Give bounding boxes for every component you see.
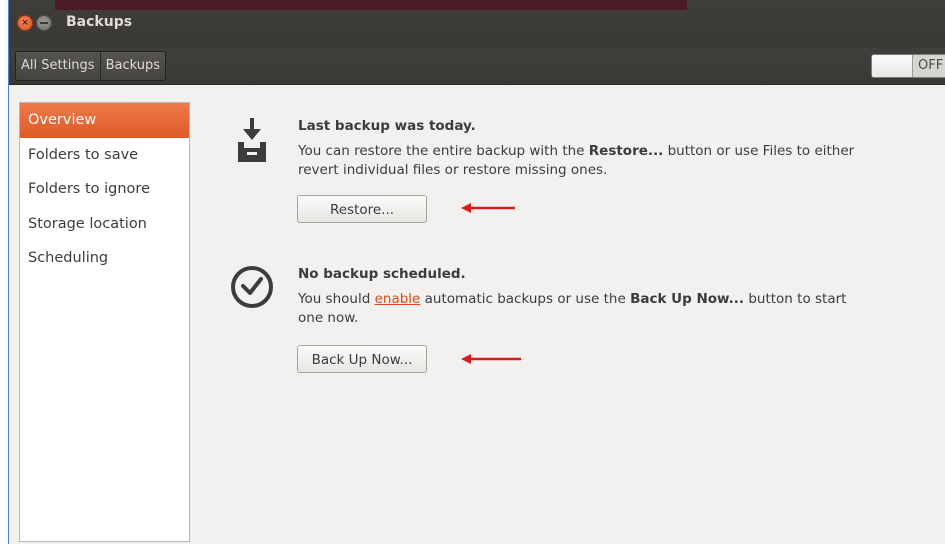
background-window-strip	[55, 0, 687, 10]
title-bar: × Backups	[9, 0, 945, 48]
window-title: Backups	[66, 14, 133, 30]
toggle-state-label: OFF	[918, 58, 944, 73]
close-window-icon[interactable]: ×	[17, 15, 33, 31]
toggle-knob[interactable]	[872, 55, 913, 77]
no-backup-scheduled-heading: No backup scheduled.	[298, 266, 466, 282]
sidebar-item-folders-to-ignore[interactable]: Folders to ignore	[20, 172, 189, 207]
restore-description: You can restore the entire backup with t…	[298, 143, 855, 178]
annotation-arrow-icon	[461, 203, 515, 213]
enable-link[interactable]: enable	[375, 291, 421, 307]
archive-download-icon	[238, 118, 266, 162]
last-backup-heading: Last backup was today.	[298, 118, 476, 134]
clock-icon	[231, 266, 273, 308]
schedule-description: You should enable automatic backups or u…	[298, 291, 847, 326]
backups-enable-toggle[interactable]: OFF	[871, 54, 945, 78]
breadcrumb-all-settings[interactable]: All Settings	[16, 52, 101, 80]
backups-window: × Backups All Settings Backups OFF Overv…	[8, 0, 945, 544]
sidebar-item-folders-to-save[interactable]: Folders to save	[20, 138, 189, 173]
breadcrumb-backups[interactable]: Backups	[101, 52, 165, 80]
back-up-now-button[interactable]: Back Up Now...	[297, 345, 427, 373]
sidebar: Overview Folders to save Folders to igno…	[19, 102, 190, 542]
sidebar-item-storage-location[interactable]: Storage location	[20, 207, 189, 242]
sidebar-item-scheduling[interactable]: Scheduling	[20, 241, 189, 276]
minimize-window-icon[interactable]	[36, 15, 52, 31]
annotation-arrow-icon	[461, 354, 521, 364]
sidebar-item-overview[interactable]: Overview	[20, 103, 189, 138]
restore-button[interactable]: Restore...	[297, 195, 427, 223]
toolbar: All Settings Backups OFF	[9, 48, 945, 85]
breadcrumb: All Settings Backups	[15, 51, 167, 81]
